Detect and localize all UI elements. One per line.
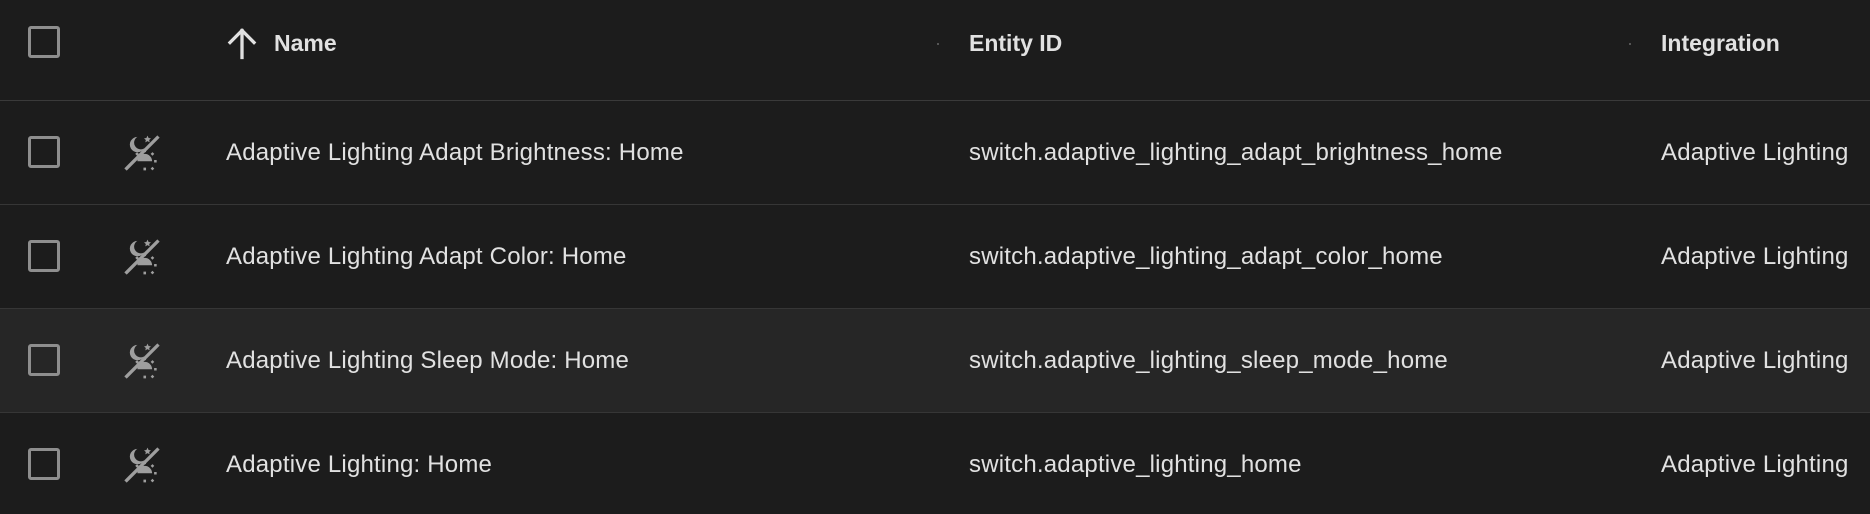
row-checkbox[interactable]	[28, 448, 60, 480]
entity-id: switch.adaptive_lighting_adapt_brightnes…	[969, 139, 1503, 166]
select-all-checkbox[interactable]	[28, 26, 60, 58]
entity-name: Adaptive Lighting Adapt Color: Home	[226, 243, 627, 270]
entity-integration: Adaptive Lighting	[1661, 347, 1849, 374]
table-row[interactable]: Adaptive Lighting Sleep Mode: Home switc…	[0, 309, 1870, 413]
sleep-sun-off-icon	[124, 343, 160, 379]
sort-ascending-icon[interactable]	[224, 26, 260, 62]
entity-name: Adaptive Lighting Adapt Brightness: Home	[226, 139, 684, 166]
sleep-sun-off-icon	[124, 447, 160, 483]
table-header: Name Entity ID Integration	[0, 0, 1870, 101]
entity-integration: Adaptive Lighting	[1661, 243, 1849, 270]
column-header-name[interactable]: Name	[274, 28, 337, 58]
entity-name: Adaptive Lighting: Home	[226, 451, 493, 478]
entity-integration: Adaptive Lighting	[1661, 139, 1849, 166]
column-header-entity-id[interactable]: Entity ID	[969, 28, 1062, 58]
table-row[interactable]: Adaptive Lighting: Home switch.adaptive_…	[0, 413, 1870, 514]
table-row[interactable]: Adaptive Lighting Adapt Color: Home swit…	[0, 205, 1870, 309]
entity-id: switch.adaptive_lighting_sleep_mode_home	[969, 347, 1448, 374]
column-header-integration[interactable]: Integration	[1661, 28, 1780, 58]
row-checkbox[interactable]	[28, 240, 60, 272]
entity-id: switch.adaptive_lighting_adapt_color_hom…	[969, 243, 1443, 270]
column-resizer[interactable]	[937, 43, 939, 45]
entity-integration: Adaptive Lighting	[1661, 451, 1849, 478]
entity-name: Adaptive Lighting Sleep Mode: Home	[226, 347, 630, 374]
entity-id: switch.adaptive_lighting_home	[969, 451, 1302, 478]
entities-table: Name Entity ID Integration Adaptive Ligh…	[0, 0, 1870, 514]
row-checkbox[interactable]	[28, 136, 60, 168]
row-checkbox[interactable]	[28, 344, 60, 376]
table-row[interactable]: Adaptive Lighting Adapt Brightness: Home…	[0, 101, 1870, 205]
column-resizer[interactable]	[1629, 43, 1631, 45]
sleep-sun-off-icon	[124, 135, 160, 171]
sleep-sun-off-icon	[124, 239, 160, 275]
